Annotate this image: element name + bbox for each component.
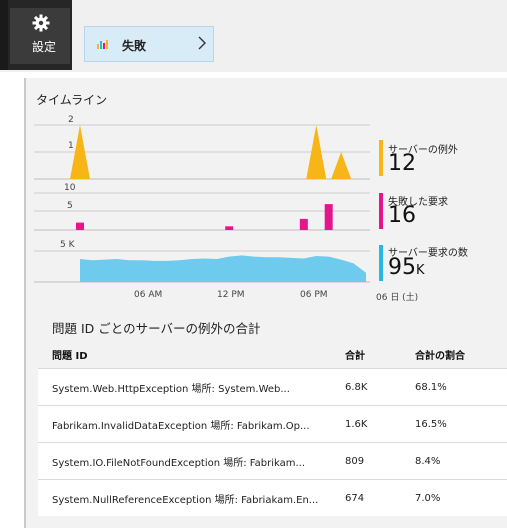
table-row[interactable]: System.Web.HttpException 場所: System.Web.… <box>38 368 507 406</box>
column-header-problem-id[interactable]: 問題 ID <box>38 340 345 369</box>
cell-percentage: 7.0% <box>415 479 507 516</box>
table-header-row: 問題 ID 合計 合計の割合 <box>38 340 507 369</box>
x-tick-label: 06 AM <box>134 290 163 300</box>
metric-color-bar <box>379 193 383 229</box>
series-failed-requests-bars <box>76 204 333 230</box>
cell-percentage: 8.4% <box>415 442 507 480</box>
failed-request-bar <box>299 218 308 230</box>
metric-color-bar <box>379 245 383 281</box>
cell-percentage: 16.5% <box>415 405 507 443</box>
y-tick-label: 5 <box>67 201 73 211</box>
metric-value: 16 <box>388 205 416 230</box>
column-header-total[interactable]: 合計 <box>345 340 415 369</box>
metric-value-number: 95 <box>388 255 416 280</box>
series-requests-area <box>80 255 366 282</box>
cell-total: 674 <box>345 479 415 516</box>
table-row[interactable]: Fabrikam.InvalidDataException 場所: Fabrik… <box>38 405 507 443</box>
y-tick-label: 10 <box>64 183 76 193</box>
cell-problem-id: Fabrikam.InvalidDataException 場所: Fabrik… <box>38 405 345 443</box>
chart-panel-exceptions: 2 1 <box>34 115 370 180</box>
x-tick-label: 06 PM <box>300 290 328 300</box>
metric-value-number: 12 <box>388 151 416 176</box>
metric-value: 95K <box>388 257 425 282</box>
cell-problem-id: System.Web.HttpException 場所: System.Web.… <box>38 368 345 406</box>
x-tick-label: 06 日 (土) <box>376 293 419 303</box>
metric-value-number: 16 <box>388 203 416 228</box>
cell-total: 809 <box>345 442 415 480</box>
exceptions-table: 問題 ID 合計 合計の割合 System.Web.HttpException … <box>38 340 507 516</box>
metric-value: 12 <box>388 153 416 178</box>
metric-color-bar <box>379 140 383 176</box>
cell-problem-id: System.NullReferenceException 場所: Fabria… <box>38 479 345 516</box>
cell-percentage: 68.1% <box>415 368 507 406</box>
y-tick-label: 5 K <box>60 240 76 250</box>
table-row[interactable]: System.NullReferenceException 場所: Fabria… <box>38 479 507 516</box>
exceptions-section-title: 問題 ID ごとのサーバーの例外の合計 <box>52 321 261 336</box>
table-row[interactable]: System.IO.FileNotFoundException 場所: Fabr… <box>38 442 507 480</box>
cell-total: 1.6K <box>345 405 415 443</box>
failed-request-bar <box>225 226 234 230</box>
failed-request-bar <box>324 204 333 230</box>
y-tick-label: 1 <box>68 141 74 151</box>
cell-problem-id: System.IO.FileNotFoundException 場所: Fabr… <box>38 442 345 480</box>
chart-panel-requests: 5 K <box>34 240 370 283</box>
x-tick-label: 12 PM <box>217 290 245 300</box>
column-header-percentage[interactable]: 合計の割合 <box>415 340 507 369</box>
chart-panel-failed-requests: 10 5 <box>34 183 370 231</box>
y-tick-label: 2 <box>68 115 74 125</box>
cell-total: 6.8K <box>345 368 415 406</box>
metric-value-unit: K <box>416 263 425 278</box>
failed-request-bar <box>76 222 84 230</box>
